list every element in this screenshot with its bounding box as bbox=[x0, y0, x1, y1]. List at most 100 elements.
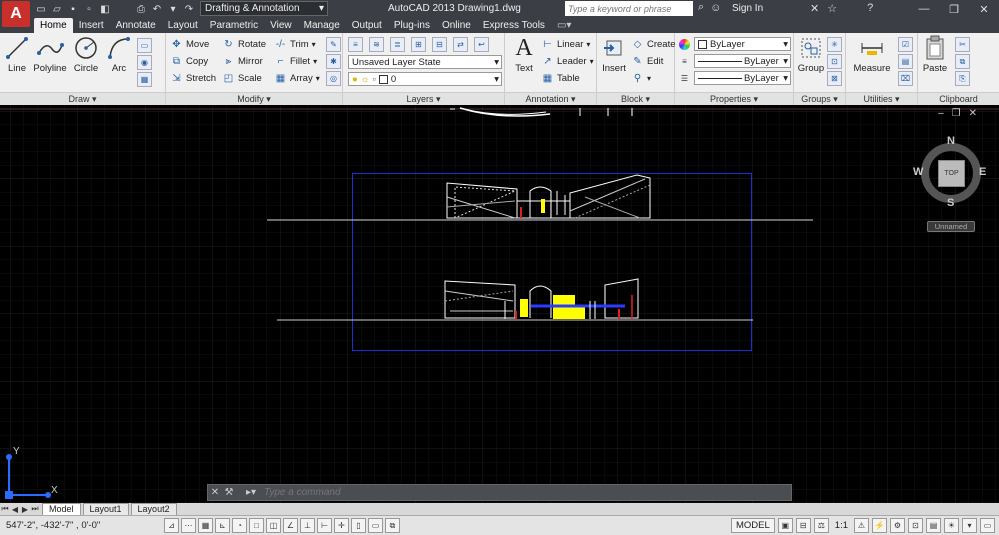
tab-layout1[interactable]: Layout1 bbox=[82, 503, 129, 515]
layer-state-dropdown[interactable]: Unsaved Layer State ▾ bbox=[348, 55, 502, 69]
selection-cycling-icon[interactable]: ⧉ bbox=[385, 518, 400, 533]
stretch-button[interactable]: ⇲ Stretch bbox=[170, 71, 216, 86]
leader-button[interactable]: ↗ Leader ▾ bbox=[541, 54, 593, 69]
tab-parametric[interactable]: Parametric bbox=[204, 18, 264, 33]
linear-dimension-button[interactable]: ⊢ Linear ▾ bbox=[541, 37, 590, 52]
compass-south[interactable]: S bbox=[947, 197, 954, 209]
layer-freeze-icon[interactable]: ≋ bbox=[369, 37, 384, 52]
star-icon[interactable]: ☆ bbox=[827, 2, 837, 15]
ungroup-icon[interactable]: ✳ bbox=[827, 37, 842, 52]
coordinate-readout[interactable]: 547'-2", -432'-7" , 0'-0" bbox=[0, 520, 160, 531]
edit-block-button[interactable]: ✎ Edit bbox=[631, 54, 663, 69]
id-point-icon[interactable]: ⌧ bbox=[898, 71, 913, 86]
viewcube[interactable]: TOP N S E W bbox=[913, 135, 989, 211]
elevation-drawing-upper[interactable] bbox=[265, 171, 815, 226]
viewport-restore-icon[interactable]: ❐ bbox=[952, 108, 961, 119]
plot-icon[interactable]: ⎙ bbox=[134, 2, 148, 16]
help-icon[interactable]: ? bbox=[867, 2, 873, 15]
new-file-icon[interactable]: ▭ bbox=[34, 2, 48, 16]
compass-west[interactable]: W bbox=[913, 166, 923, 178]
ucs-menu[interactable]: Unnamed bbox=[927, 221, 975, 232]
array-button[interactable]: ▦ Array ▾ bbox=[274, 71, 320, 86]
hardware-acceleration-icon[interactable]: ▤ bbox=[926, 518, 941, 533]
rectangle-icon[interactable]: ▭ bbox=[137, 38, 152, 53]
application-menu-button[interactable]: A bbox=[2, 1, 30, 27]
status-menu-icon[interactable]: ▾ bbox=[962, 518, 977, 533]
layer-match-icon[interactable]: ⇄ bbox=[453, 37, 468, 52]
modify-panel-title[interactable]: Modify ▾ bbox=[166, 92, 342, 105]
command-history-icon[interactable]: ▸▾ bbox=[244, 487, 258, 498]
next-layout-icon[interactable]: ▶ bbox=[20, 505, 30, 514]
measure-button[interactable]: Measure bbox=[850, 35, 894, 74]
groups-panel-title[interactable]: Groups ▾ bbox=[794, 92, 845, 105]
copy-button[interactable]: ⧉ Copy bbox=[170, 54, 208, 69]
draw-panel-title[interactable]: Draw ▾ bbox=[0, 92, 165, 105]
undo-icon[interactable]: ↶ bbox=[150, 2, 164, 16]
compass-east[interactable]: E bbox=[979, 166, 986, 178]
cut-icon[interactable]: ✂ bbox=[955, 37, 970, 52]
isolate-objects-icon[interactable]: ☀ bbox=[944, 518, 959, 533]
dynamic-input-icon[interactable]: ⊢ bbox=[317, 518, 332, 533]
properties-panel-title[interactable]: Properties ▾ bbox=[675, 92, 793, 105]
tab-layout2[interactable]: Layout2 bbox=[130, 503, 177, 515]
restore-icon[interactable]: ❐ bbox=[939, 0, 969, 18]
calculator-icon[interactable]: ▤ bbox=[898, 54, 913, 69]
tab-online[interactable]: Online bbox=[436, 18, 477, 33]
ortho-mode-icon[interactable]: ⊾ bbox=[215, 518, 230, 533]
viewcube-top-face[interactable]: TOP bbox=[938, 160, 965, 187]
tab-home[interactable]: Home bbox=[34, 18, 73, 33]
object-snap-icon[interactable]: □ bbox=[249, 518, 264, 533]
color-dropdown[interactable]: ByLayer ▾ bbox=[694, 37, 791, 51]
top-partial-object[interactable] bbox=[450, 106, 640, 120]
group-select-icon[interactable]: ⊠ bbox=[827, 71, 842, 86]
table-button[interactable]: ▦ Table bbox=[541, 71, 580, 86]
trim-button[interactable]: -/- Trim ▾ bbox=[274, 37, 316, 52]
annotation-scale-icon[interactable]: ⚖ bbox=[813, 518, 829, 533]
match-properties-icon[interactable] bbox=[677, 37, 692, 52]
elevation-drawing-lower[interactable] bbox=[275, 271, 755, 326]
group-button[interactable]: Group bbox=[794, 35, 828, 74]
lineweight-toggle-icon[interactable]: ✛ bbox=[334, 518, 349, 533]
clipboard-panel-title[interactable]: Clipboard bbox=[918, 92, 999, 105]
layer-dropdown[interactable]: ● ☼ ▫ 0 ▾ bbox=[348, 72, 502, 86]
snap-mode-icon[interactable]: ⋯ bbox=[181, 518, 196, 533]
linetype-dropdown[interactable]: ByLayer ▾ bbox=[694, 71, 791, 85]
utilities-panel-title[interactable]: Utilities ▾ bbox=[846, 92, 917, 105]
close-icon[interactable]: ✕ bbox=[208, 487, 222, 498]
scale-button[interactable]: ◰ Scale bbox=[222, 71, 262, 86]
auto-scale-icon[interactable]: ⚡ bbox=[872, 518, 887, 533]
save-as-icon[interactable]: ▫ bbox=[82, 2, 96, 16]
tab-insert[interactable]: Insert bbox=[73, 18, 110, 33]
offset-icon[interactable]: ◎ bbox=[326, 71, 341, 86]
tab-plug-ins[interactable]: Plug-ins bbox=[388, 18, 436, 33]
grid-display-icon[interactable]: ▦ bbox=[198, 518, 213, 533]
block-attributes-button[interactable]: ⚲ ▾ bbox=[631, 71, 651, 86]
ribbon-minimize-icon[interactable]: ▭▾ bbox=[551, 18, 577, 33]
redo-icon[interactable]: ↷ bbox=[182, 2, 196, 16]
wrench-icon[interactable]: ⚒ bbox=[222, 487, 236, 498]
block-panel-title[interactable]: Block ▾ bbox=[597, 92, 674, 105]
mirror-button[interactable]: ⫸ Mirror bbox=[222, 54, 263, 69]
clean-screen-icon[interactable]: ▭ bbox=[980, 518, 995, 533]
ellipse-icon[interactable]: ◉ bbox=[137, 55, 152, 70]
layer-isolate-icon[interactable]: ⊞ bbox=[411, 37, 426, 52]
explode-icon[interactable]: ✱ bbox=[326, 54, 341, 69]
quick-select-icon[interactable]: ☑ bbox=[898, 37, 913, 52]
prev-layout-icon[interactable]: ◀ bbox=[10, 505, 20, 514]
arc-button[interactable]: Arc bbox=[102, 35, 136, 74]
move-button[interactable]: ✥ Move bbox=[170, 37, 209, 52]
dynamic-ucs-icon[interactable]: ⊥ bbox=[300, 518, 315, 533]
first-layout-icon[interactable]: ⏮ bbox=[0, 504, 10, 514]
tab-annotate[interactable]: Annotate bbox=[110, 18, 162, 33]
quick-view-layouts-icon[interactable]: ▣ bbox=[777, 518, 793, 533]
tab-view[interactable]: View bbox=[264, 18, 298, 33]
tab-layout[interactable]: Layout bbox=[162, 18, 204, 33]
line-button[interactable]: Line bbox=[0, 35, 34, 74]
layers-panel-title[interactable]: Layers ▾ bbox=[343, 92, 504, 105]
workspace-dropdown[interactable]: Drafting & Annotation ▾ bbox=[200, 1, 328, 16]
erase-icon[interactable]: ✎ bbox=[326, 37, 341, 52]
binoculars-icon[interactable]: ⌕ bbox=[698, 1, 704, 14]
search-input[interactable]: Type a keyword or phrase bbox=[565, 1, 693, 16]
copy-with-base-icon[interactable]: ⎘ bbox=[955, 71, 970, 86]
insert-block-button[interactable]: Insert bbox=[597, 35, 631, 74]
